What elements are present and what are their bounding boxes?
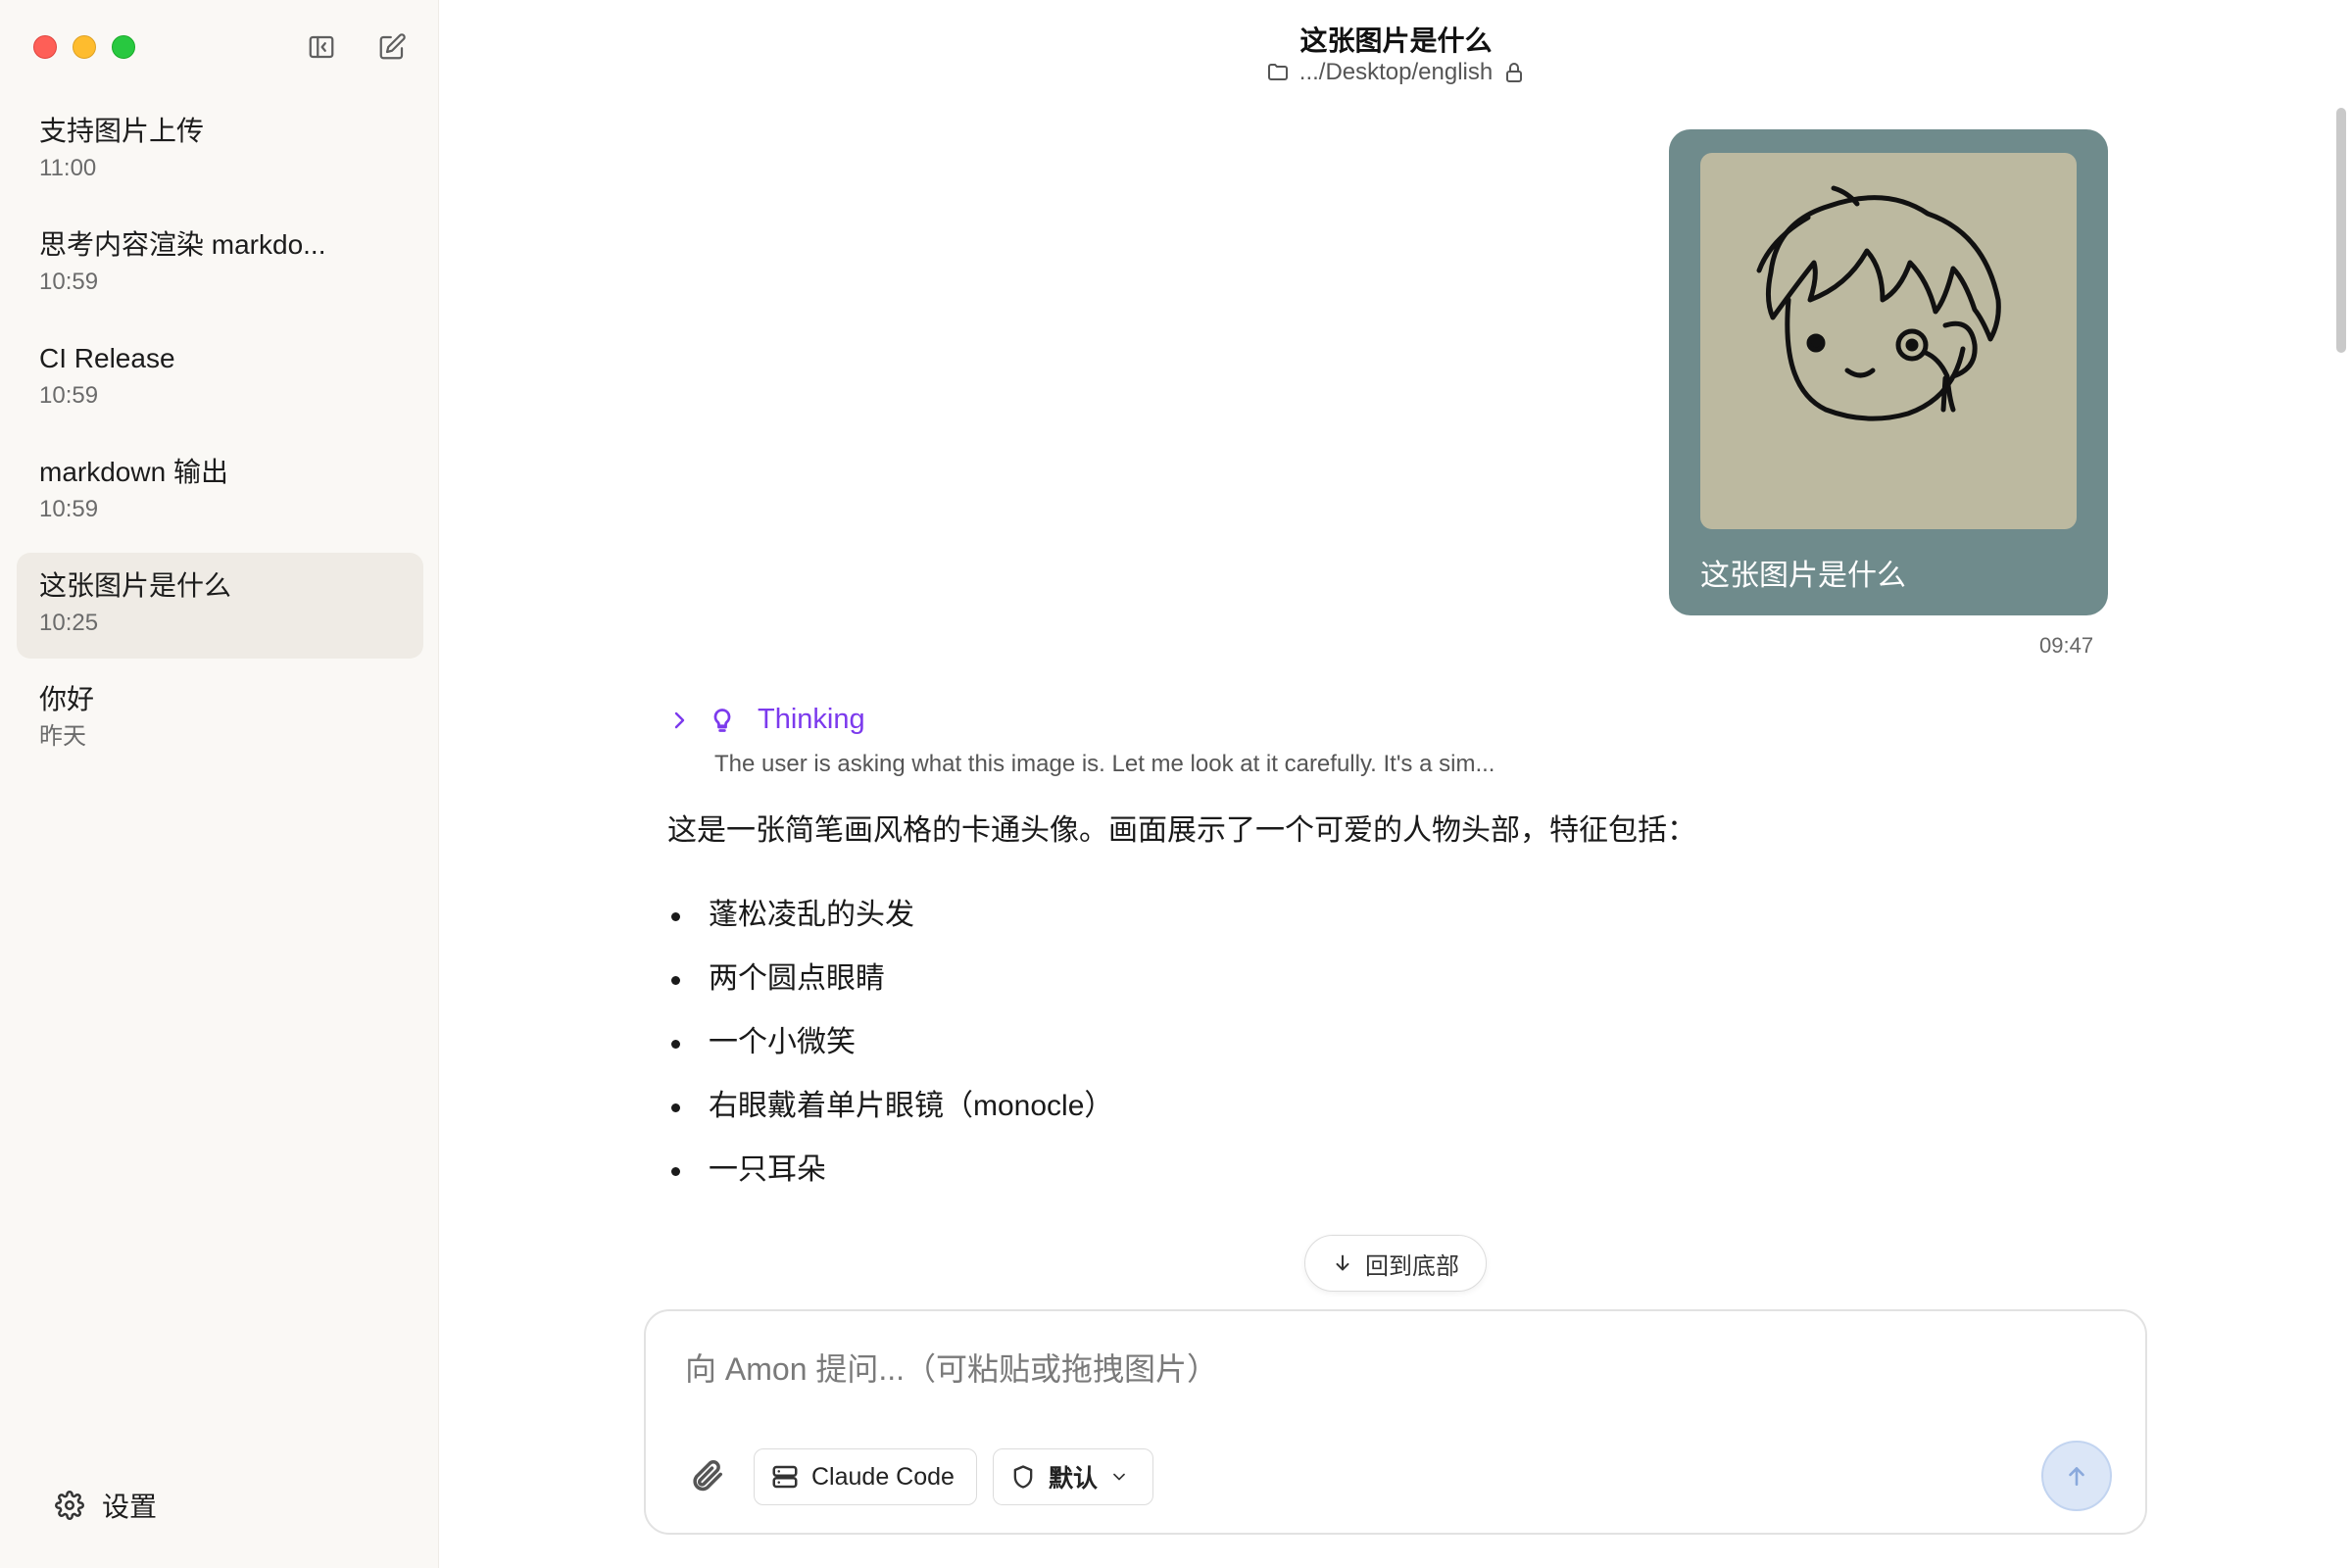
cartoon-avatar-image: [1756, 185, 2001, 421]
user-message-text: 这张图片是什么: [1700, 560, 1906, 592]
composer: Claude Code 默认: [644, 1309, 2147, 1535]
conversation-item[interactable]: 你好 昨天: [17, 666, 423, 772]
conversation-item[interactable]: markdown 输出 10:59: [17, 439, 423, 545]
scroll-to-bottom-label: 回到底部: [1365, 1252, 1459, 1280]
list-item: 蓬松凌乱的头发: [667, 894, 1113, 957]
chevron-right-icon: [674, 711, 685, 728]
thinking-preview: The user is asking what this image is. L…: [714, 751, 1495, 777]
gear-icon: [55, 1491, 84, 1520]
message-timestamp: 09:47: [2039, 633, 2094, 658]
compose-icon: [379, 33, 406, 60]
working-directory[interactable]: .../Desktop/english: [440, 59, 2352, 86]
thinking-toggle[interactable]: Thinking: [667, 704, 865, 736]
scroll-to-bottom-button[interactable]: 回到底部: [1304, 1235, 1487, 1292]
folder-icon: [1267, 64, 1288, 80]
zoom-window-button[interactable]: [112, 35, 135, 59]
new-chat-button[interactable]: [374, 29, 410, 65]
send-button[interactable]: [2041, 1441, 2112, 1511]
conversation-title: markdown 输出: [39, 457, 228, 487]
working-directory-path: .../Desktop/english: [1298, 59, 1494, 85]
chat-main: 这张图片是什么 .../Desktop/english 这张图片是什么 09:4…: [440, 0, 2352, 1568]
conversation-item[interactable]: CI Release 10:59: [17, 325, 423, 431]
minimize-window-button[interactable]: [73, 35, 96, 59]
conversation-title: CI Release: [39, 343, 175, 373]
window-controls: [33, 35, 135, 59]
permission-mode-selector[interactable]: 默认: [993, 1448, 1153, 1505]
conversation-item[interactable]: 支持图片上传 11:00: [17, 98, 423, 204]
conversation-time: 昨天: [39, 723, 86, 750]
conversation-item[interactable]: 思考内容渲染 markdo... 10:59: [17, 212, 423, 318]
conversation-title: 思考内容渲染 markdo...: [39, 229, 326, 260]
scrollbar-thumb[interactable]: [2336, 108, 2346, 353]
user-message-bubble: 这张图片是什么: [1669, 129, 2108, 615]
chevron-down-icon: [1113, 1473, 1125, 1481]
arrow-up-icon: [2069, 1467, 2084, 1486]
close-window-button[interactable]: [33, 35, 57, 59]
server-icon: [772, 1465, 798, 1489]
list-item: 一个小微笑: [667, 1021, 1113, 1085]
sidebar-toggle-icon: [309, 35, 334, 59]
shield-icon: [1013, 1465, 1033, 1489]
model-selector[interactable]: Claude Code: [754, 1448, 977, 1505]
lightbulb-icon: [713, 708, 731, 732]
settings-label: 设置: [102, 1492, 158, 1522]
list-item: 两个圆点眼睛: [667, 957, 1113, 1021]
attached-image[interactable]: [1700, 153, 2077, 529]
conversation-item-active[interactable]: 这张图片是什么 10:25: [17, 553, 423, 659]
conversation-title: 你好: [39, 684, 95, 714]
conversation-time: 11:00: [39, 155, 97, 181]
page-title: 这张图片是什么: [1299, 25, 1493, 56]
sidebar: 支持图片上传 11:00 思考内容渲染 markdo... 10:59 CI R…: [0, 0, 439, 1568]
conversation-time: 10:59: [39, 382, 99, 409]
conversation-time: 10:59: [39, 496, 99, 522]
conversation-time: 10:59: [39, 269, 99, 295]
toggle-sidebar-button[interactable]: [304, 29, 339, 65]
list-item: 右眼戴着单片眼镜（monocle）: [667, 1085, 1113, 1149]
assistant-answer-intro: 这是一张简笔画风格的卡通头像。画面展示了一个可爱的人物头部，特征包括：: [667, 814, 1696, 847]
list-item: 一只耳朵: [667, 1149, 1113, 1212]
conversation-title: 这张图片是什么: [39, 570, 232, 601]
thinking-label: Thinking: [758, 704, 865, 735]
conversation-time: 10:25: [39, 610, 99, 636]
permission-mode-label: 默认: [1049, 1465, 1099, 1493]
lock-icon: [1506, 63, 1523, 82]
attach-button[interactable]: [685, 1454, 728, 1497]
arrow-down-icon: [1336, 1254, 1349, 1271]
assistant-answer-list: 蓬松凌乱的头发 两个圆点眼睛 一个小微笑 右眼戴着单片眼镜（monocle） 一…: [667, 894, 1113, 1212]
model-selector-label: Claude Code: [811, 1462, 955, 1491]
paperclip-icon: [693, 1460, 722, 1492]
conversation-title: 支持图片上传: [39, 116, 205, 146]
settings-button[interactable]: 设置: [55, 1486, 157, 1525]
message-input[interactable]: [685, 1345, 2096, 1394]
conversation-list: 支持图片上传 11:00 思考内容渲染 markdo... 10:59 CI R…: [17, 98, 423, 780]
